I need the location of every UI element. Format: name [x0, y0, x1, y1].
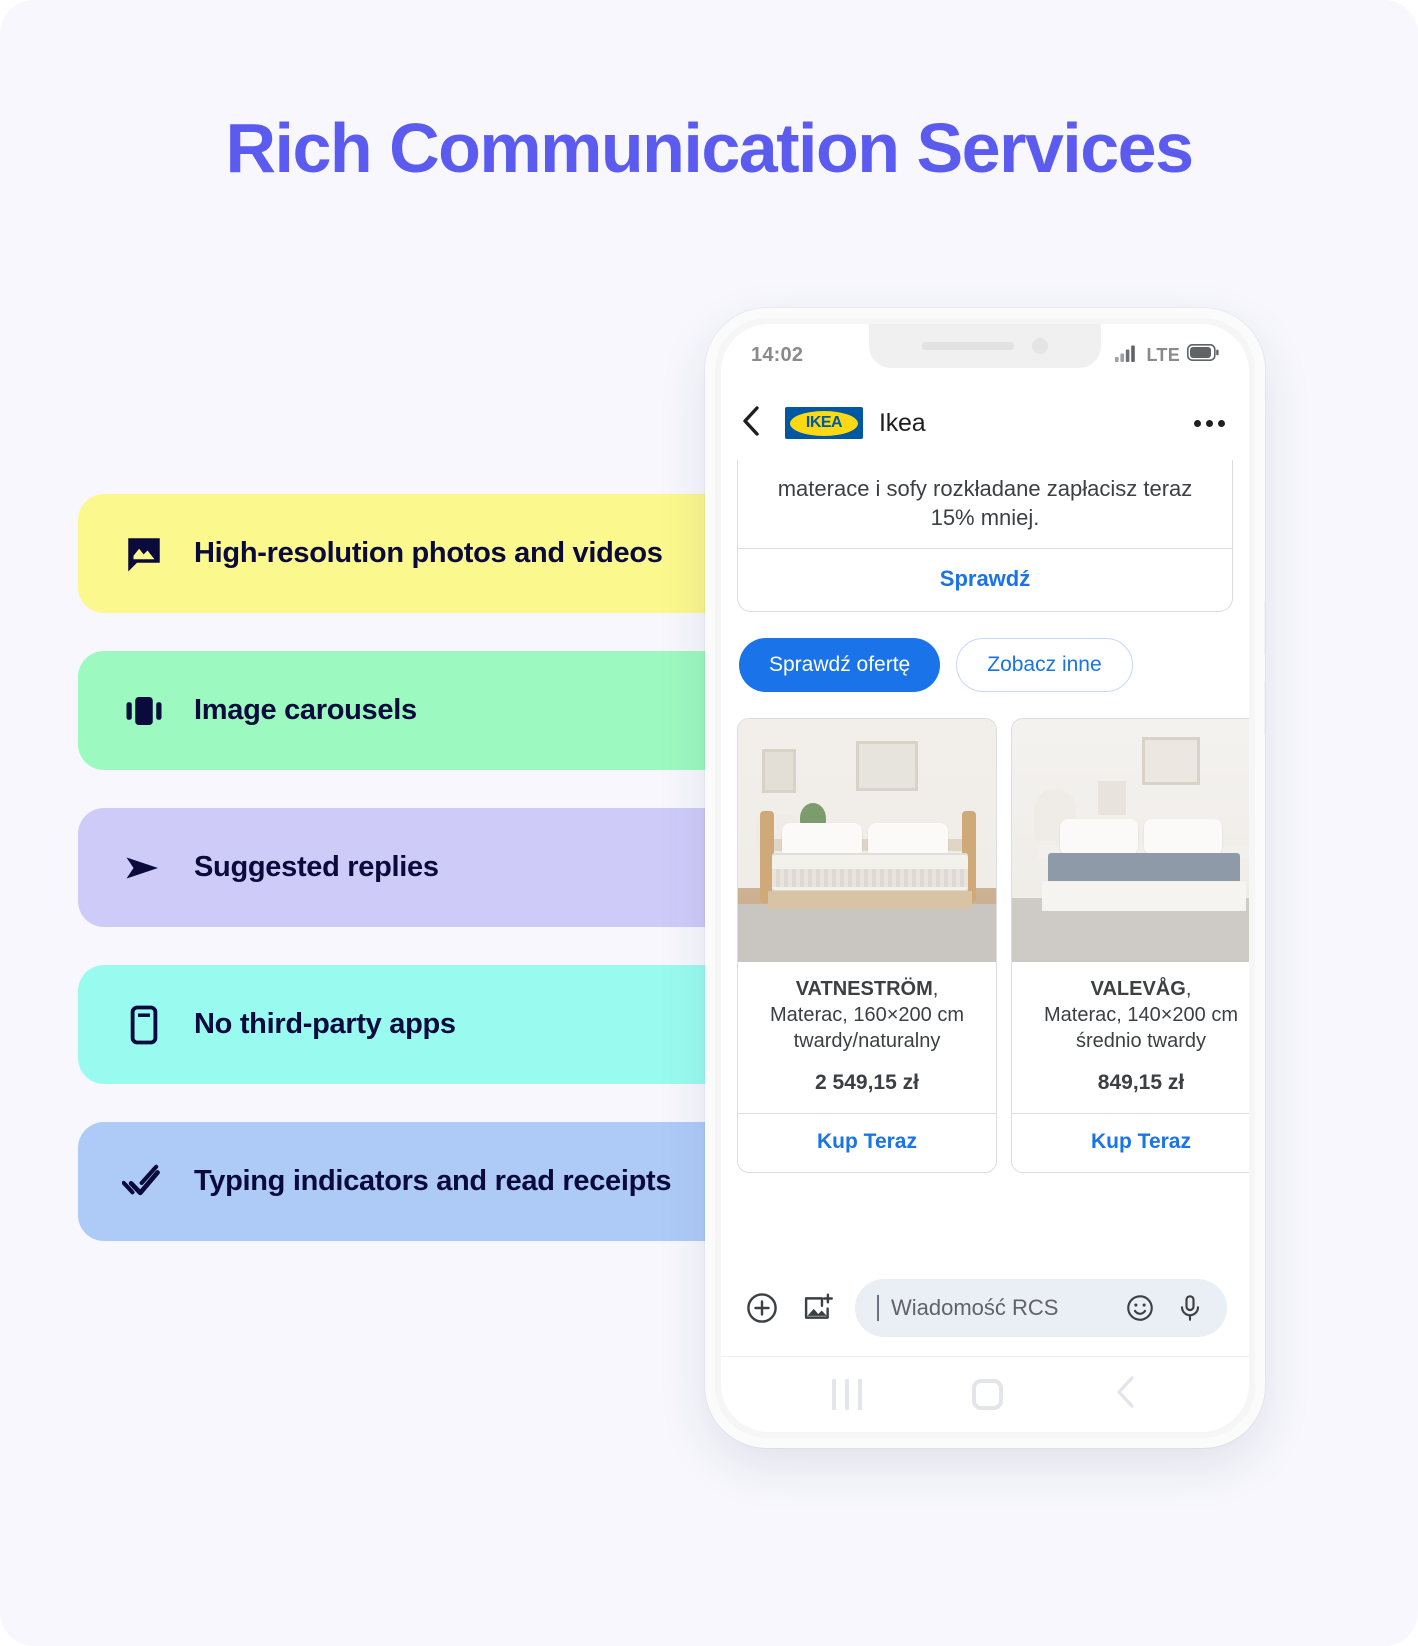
poster-root: Rich Communication Services High-resolut… [0, 0, 1418, 1646]
chat-brand-name: Ikea [879, 408, 926, 437]
photo-message-icon [122, 532, 166, 576]
product-description: Materac, 160×200 cm twardy/naturalny [770, 1004, 964, 1053]
phone-device-icon [122, 1003, 166, 1047]
network-type-label: LTE [1146, 344, 1180, 365]
rich-card-message: materace i sofy rozkładane zapłacisz ter… [737, 460, 1233, 613]
ikea-logo: IKEA [785, 407, 863, 439]
feature-label: Image carousels [194, 694, 417, 726]
status-indicators: LTE [1115, 344, 1219, 367]
front-camera [1032, 338, 1048, 354]
feature-pill-carousels: Image carousels [78, 651, 778, 770]
send-arrow-icon [122, 846, 166, 890]
phone-power-button [1264, 680, 1265, 736]
add-plus-icon[interactable] [743, 1289, 781, 1327]
feature-pill-photos: High-resolution photos and videos [78, 494, 778, 613]
battery-icon [1187, 344, 1219, 366]
recents-icon[interactable] [832, 1379, 863, 1410]
message-input-bar: Wiadomość RCS [721, 1260, 1249, 1356]
feature-label: No third-party apps [194, 1008, 456, 1040]
product-description: Materac, 140×200 cm średnio twardy [1044, 1004, 1238, 1053]
double-check-icon [122, 1160, 166, 1204]
phone-notch [869, 324, 1101, 368]
product-card[interactable]: VATNESTRÖM, Materac, 160×200 cm twardy/n… [737, 718, 997, 1173]
product-buy-button[interactable]: Kup Teraz [1012, 1114, 1249, 1172]
earpiece-speaker [922, 342, 1014, 350]
feature-label: Typing indicators and read receipts [194, 1165, 672, 1197]
product-price: 2 549,15 zł [815, 1070, 919, 1094]
product-carousel[interactable]: VATNESTRÖM, Materac, 160×200 cm twardy/n… [721, 692, 1249, 1173]
microphone-icon[interactable] [1171, 1289, 1209, 1327]
emoji-icon[interactable] [1121, 1289, 1159, 1327]
suggested-reply-secondary[interactable]: Zobacz inne [956, 638, 1133, 693]
product-name: VALEVÅG, [1090, 978, 1192, 1001]
feature-pill-typing: Typing indicators and read receipts [78, 1122, 778, 1241]
signal-bars-icon [1115, 344, 1139, 367]
carousel-icon [122, 689, 166, 733]
product-image [738, 719, 996, 963]
message-placeholder: Wiadomość RCS [891, 1295, 1059, 1320]
page-title: Rich Communication Services [225, 109, 1194, 187]
message-input-field[interactable]: Wiadomość RCS [855, 1279, 1227, 1337]
product-info: VATNESTRÖM, Materac, 160×200 cm twardy/n… [738, 962, 996, 1113]
product-card[interactable]: VALEVÅG, Materac, 140×200 cm średnio twa… [1011, 718, 1249, 1173]
chat-header: IKEA Ikea [721, 386, 1249, 460]
feature-label: High-resolution photos and videos [194, 537, 663, 569]
ikea-logo-oval: IKEA [790, 410, 858, 436]
suggested-reply-primary[interactable]: Sprawdź ofertę [739, 638, 941, 693]
home-icon[interactable] [972, 1379, 1004, 1410]
add-image-icon[interactable] [799, 1289, 837, 1327]
ikea-logo-text: IKEA [805, 414, 843, 431]
product-price: 849,15 zł [1097, 1070, 1185, 1094]
rich-card-text: materace i sofy rozkładane zapłacisz ter… [777, 476, 1193, 531]
status-bar: 14:02 LTE [721, 324, 1249, 386]
feature-list: High-resolution photos and videos Image … [78, 494, 778, 1279]
android-nav-bar [721, 1356, 1249, 1432]
product-image [1012, 719, 1249, 963]
feature-pill-no-apps: No third-party apps [78, 965, 778, 1084]
product-buy-button[interactable]: Kup Teraz [738, 1114, 996, 1172]
product-info: VALEVÅG, Materac, 140×200 cm średnio twa… [1012, 962, 1249, 1113]
more-options-icon[interactable] [1194, 419, 1225, 427]
status-clock: 14:02 [751, 343, 804, 366]
rich-card-action-button[interactable]: Sprawdź [738, 549, 1232, 611]
phone-screen: 14:02 LTE IKEA Ikea materace i sofy rozk… [721, 324, 1249, 1432]
product-name: VATNESTRÖM, [795, 978, 939, 1001]
back-chevron-icon[interactable] [741, 405, 771, 442]
suggested-replies: Sprawdź ofertę Zobacz inne [721, 612, 1249, 693]
phone-mockup: 14:02 LTE IKEA Ikea materace i sofy rozk… [705, 308, 1265, 1448]
phone-volume-button [1264, 600, 1265, 656]
feature-label: Suggested replies [194, 851, 439, 883]
nav-back-icon[interactable] [1114, 1375, 1138, 1414]
text-cursor [877, 1295, 879, 1321]
chat-body[interactable]: materace i sofy rozkładane zapłacisz ter… [721, 460, 1249, 1356]
feature-pill-replies: Suggested replies [78, 808, 778, 927]
